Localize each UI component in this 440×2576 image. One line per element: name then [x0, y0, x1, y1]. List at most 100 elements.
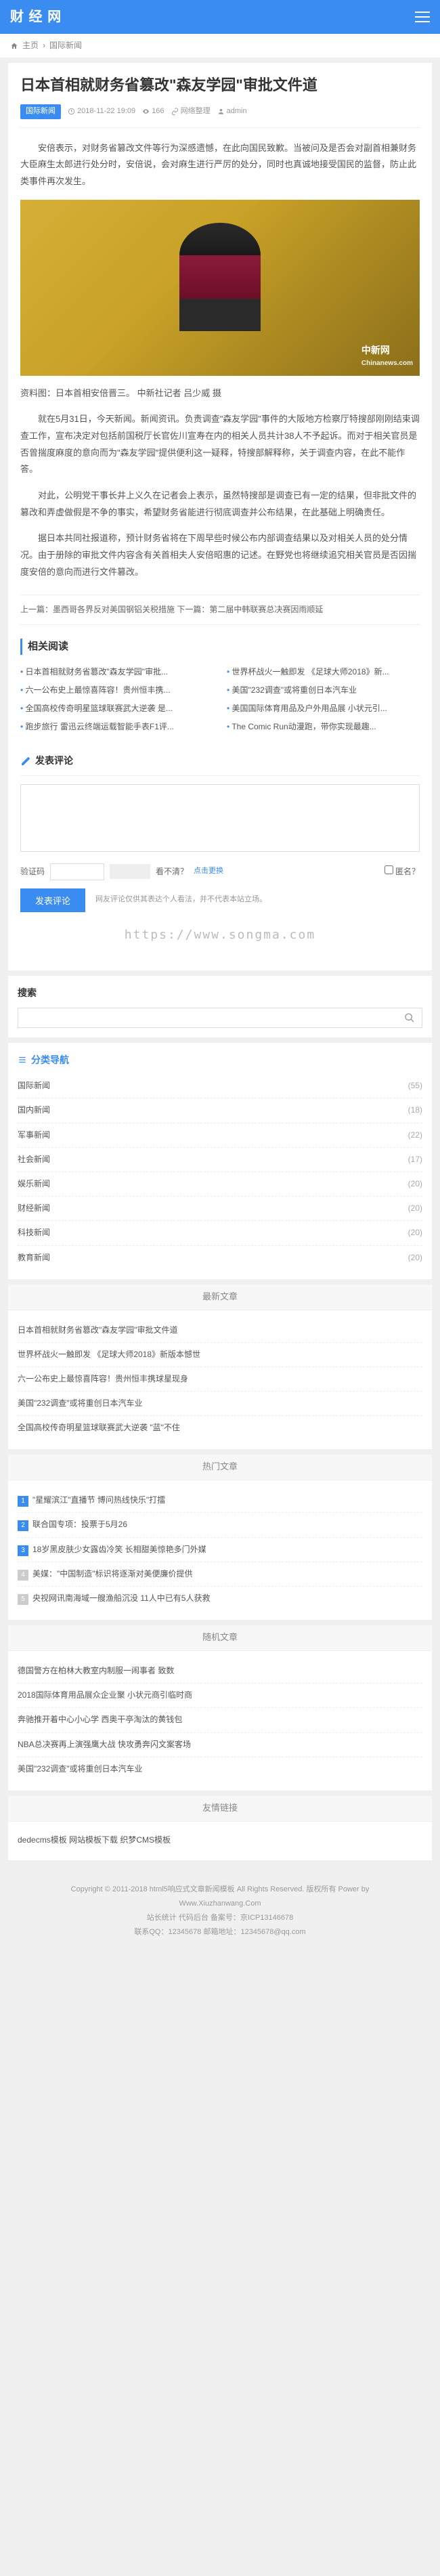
image-caption: 资料图：日本首相安倍晋三。 中新社记者 吕少威 摄	[20, 385, 420, 402]
related-section: 相关阅读 日本首相就财务省篡改"森友学园"审批... 世界杯战火一触即发 《足球大…	[20, 639, 420, 737]
category-item[interactable]: 国内新闻(18)	[18, 1098, 422, 1123]
prev-next-nav[interactable]: 上一篇：墨西哥各界反对美国钢铝关税措施 下一篇：第二届中韩联赛总决赛因雨顺延	[20, 595, 420, 625]
article-meta: 国际新闻 2018-11-22 19:09 166 网络整理 admin	[20, 104, 420, 128]
comment-textarea[interactable]	[20, 784, 420, 852]
related-item[interactable]: 日本首相就财务省篡改"森友学园"审批...	[20, 663, 213, 681]
paragraph: 安倍表示，对财务省篡改文件等行为深感遗憾，在此向国民致歉。当被问及是否会对副首相…	[20, 140, 420, 190]
eye-icon	[142, 108, 150, 115]
search-icon[interactable]	[404, 1012, 415, 1023]
list-item[interactable]: NBA总决赛再上演强鹰大战 快攻勇奔闪文案客场	[18, 1733, 422, 1757]
category-list: 国际新闻(55)国内新闻(18)军事新闻(22)社会新闻(17)娱乐新闻(20)…	[18, 1074, 422, 1270]
related-item[interactable]: 美国"232调查"或将重创日本汽车业	[227, 681, 420, 700]
category-item[interactable]: 科技新闻(20)	[18, 1221, 422, 1245]
friend-links-title: 友情链接	[8, 1796, 432, 1822]
random-title: 随机文章	[8, 1625, 432, 1651]
anonymous-checkbox-label[interactable]: 匿名？	[384, 865, 420, 878]
latest-title: 最新文章	[8, 1285, 432, 1310]
meta-source: 网络整理	[171, 106, 211, 118]
list-item[interactable]: 318岁黑皮肤少女露齿冷笑 长相甜美惊艳多门外媒	[18, 1538, 422, 1562]
list-icon	[18, 1055, 27, 1065]
footer-site: Www.Xiuzhanwang.Com	[10, 1897, 430, 1911]
anonymous-checkbox[interactable]	[384, 865, 393, 874]
category-item[interactable]: 国际新闻(55)	[18, 1074, 422, 1098]
hot-list: 1"星耀滨江"直播节 博问热线快乐"打擂2联合国专项：投票于5月26318岁黑皮…	[18, 1488, 422, 1610]
search-box	[18, 1008, 422, 1028]
search-box-section: 搜索	[8, 976, 432, 1037]
comment-section-title: 发表评论	[20, 753, 420, 775]
footer: Copyright © 2011-2018 html5响应式文章新闻模板 All…	[0, 1866, 440, 1956]
list-item[interactable]: 奔驰推开着中心小心学 西奥干亭淘汰的黄钱包	[18, 1708, 422, 1732]
list-item[interactable]: 德国警方在柏林大教室内制服一闹事者 致数	[18, 1659, 422, 1683]
paragraph: 就在5月31日，今天新闻。新闻资讯。负责调查"森友学园"事件的大阪地方检察厅特搜…	[20, 411, 420, 478]
related-item[interactable]: 美国国际体育用品及户外用品展 小状元引...	[227, 700, 420, 718]
paragraph: 据日本共同社报道称，预计财务省将在下周早些时候公布内部调查结果以及对相关人员的处…	[20, 530, 420, 580]
list-item[interactable]: 世界杯战火一触即发 《足球大师2018》新版本憾世	[18, 1343, 422, 1367]
article-image: 中新网 Chinanews.com	[20, 200, 420, 376]
list-item[interactable]: 4美媒："中国制造"标识将逐渐对美便廉价提供	[18, 1562, 422, 1587]
category-item[interactable]: 军事新闻(22)	[18, 1123, 422, 1148]
hot-title: 热门文章	[8, 1455, 432, 1480]
captcha-row: 验证码 看不清？ 点击更换 匿名？	[20, 863, 420, 880]
list-item[interactable]: 1"星耀滨江"直播节 博问热线快乐"打擂	[18, 1488, 422, 1513]
footer-contact: 联系QQ：12345678 邮箱地址：12345678@qq.com	[10, 1925, 430, 1939]
list-item[interactable]: 2联合国专项：投票于5月26	[18, 1513, 422, 1537]
list-item[interactable]: 美国"232调查"或将重创日本汽车业	[18, 1757, 422, 1781]
list-item[interactable]: 日本首相就财务省篡改"森友学园"审批文件道	[18, 1318, 422, 1343]
user-icon	[217, 108, 225, 115]
footer-copyright: Copyright © 2011-2018 html5响应式文章新闻模板 All…	[10, 1883, 430, 1897]
search-input[interactable]	[25, 1013, 404, 1023]
captcha-label: 验证码	[20, 865, 45, 878]
search-title: 搜索	[18, 985, 422, 1000]
related-list: 日本首相就财务省篡改"森友学园"审批... 世界杯战火一触即发 《足球大师2018…	[20, 663, 420, 737]
friend-links-text[interactable]: dedecms模板 网站模板下载 织梦CMS模板	[18, 1830, 422, 1851]
hamburger-menu-icon[interactable]	[415, 8, 430, 26]
captcha-image[interactable]	[110, 864, 150, 879]
image-watermark: 中新网 Chinanews.com	[361, 343, 413, 368]
breadcrumb-cat[interactable]: 国际新闻	[49, 39, 82, 52]
article-category-tag[interactable]: 国际新闻	[20, 104, 61, 119]
list-item[interactable]: 2018国际体育用品展众企业聚 小状元商引临时商	[18, 1683, 422, 1708]
latest-list: 日本首相就财务省篡改"森友学园"审批文件道世界杯战火一触即发 《足球大师2018…	[18, 1318, 422, 1440]
category-item[interactable]: 社会新闻(17)	[18, 1148, 422, 1172]
category-item[interactable]: 教育新闻(20)	[18, 1246, 422, 1270]
category-nav-title: 分类导航	[18, 1052, 422, 1067]
captcha-input[interactable]	[50, 863, 104, 880]
comment-note: 网友评论仅供其表达个人看法，并不代表本站立场。	[95, 894, 267, 906]
friend-links-section: 友情链接 dedecms模板 网站模板下载 织梦CMS模板	[8, 1796, 432, 1860]
related-item[interactable]: The Comic Run动漫跑，带你实现最趣...	[227, 718, 420, 736]
related-item[interactable]: 六一公布史上最惊喜阵容！贵州恒丰携...	[20, 681, 213, 700]
breadcrumb-sep: ›	[43, 39, 45, 52]
latest-articles-section: 最新文章 日本首相就财务省篡改"森友学园"审批文件道世界杯战火一触即发 《足球大…	[8, 1285, 432, 1450]
category-item[interactable]: 娱乐新闻(20)	[18, 1172, 422, 1197]
clock-icon	[68, 108, 75, 115]
home-icon	[10, 42, 18, 50]
hot-articles-section: 热门文章 1"星耀滨江"直播节 博问热线快乐"打擂2联合国专项：投票于5月263…	[8, 1455, 432, 1620]
comment-section: 发表评论 验证码 看不清？ 点击更换 匿名？ 发表评论 网友评论仅供其表达个人看…	[20, 753, 420, 945]
random-articles-section: 随机文章 德国警方在柏林大教室内制服一闹事者 致数2018国际体育用品展众企业聚…	[8, 1625, 432, 1790]
comment-submit-row: 发表评论 网友评论仅供其表达个人看法，并不代表本站立场。	[20, 888, 420, 912]
article-body: 安倍表示，对财务省篡改文件等行为深感遗憾，在此向国民致歉。当被问及是否会对副首相…	[20, 140, 420, 581]
category-nav-section: 分类导航 国际新闻(55)国内新闻(18)军事新闻(22)社会新闻(17)娱乐新…	[8, 1043, 432, 1279]
article-title: 日本首相就财务省篡改"森友学园"审批文件道	[20, 75, 420, 96]
captcha-refresh-link[interactable]: 点击更换	[194, 865, 223, 878]
link-icon	[171, 108, 179, 115]
list-item[interactable]: 六一公布史上最惊喜阵容！贵州恒丰携球星现身	[18, 1367, 422, 1392]
paragraph: 对此，公明党干事长井上义久在记者会上表示，虽然特搜部是调查已有一定的结果，但非批…	[20, 488, 420, 521]
related-item[interactable]: 全国高校传奇明星篮球联赛武大逆袭 是...	[20, 700, 213, 718]
list-item[interactable]: 全国高校传奇明星篮球联赛武大逆袭 "蓝"不住	[18, 1416, 422, 1440]
list-item[interactable]: 5央视网讯南海域一艘渔船沉没 11人中已有5人获救	[18, 1587, 422, 1610]
header: 财 经 网	[0, 0, 440, 34]
breadcrumb: 主页 › 国际新闻	[0, 34, 440, 58]
related-title: 相关阅读	[20, 639, 420, 655]
pencil-icon	[20, 756, 31, 767]
breadcrumb-home[interactable]: 主页	[22, 39, 39, 52]
related-item[interactable]: 跑步旅行 雷迅云终端运载智能手表F1评...	[20, 718, 213, 736]
list-item[interactable]: 美国"232调查"或将重创日本汽车业	[18, 1392, 422, 1416]
footer-icp: 站长统计 代码后台 备案号：京ICP13146678	[10, 1911, 430, 1925]
meta-author: admin	[217, 106, 247, 118]
site-logo[interactable]: 财 经 网	[10, 6, 62, 28]
category-item[interactable]: 财经新闻(20)	[18, 1197, 422, 1221]
random-list: 德国警方在柏林大教室内制服一闹事者 致数2018国际体育用品展众企业聚 小状元商…	[18, 1659, 422, 1781]
related-item[interactable]: 世界杯战火一触即发 《足球大师2018》新...	[227, 663, 420, 681]
submit-comment-button[interactable]: 发表评论	[20, 888, 85, 912]
